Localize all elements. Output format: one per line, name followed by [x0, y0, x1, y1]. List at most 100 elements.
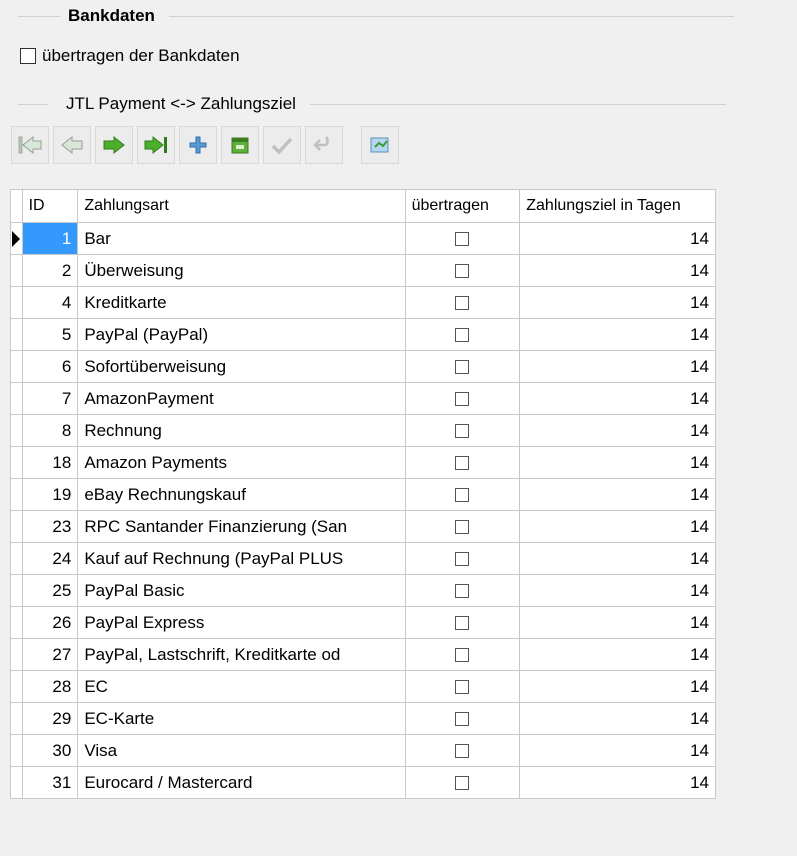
- cell-transfer[interactable]: [404, 254, 521, 287]
- cell-payment-method[interactable]: EC: [77, 670, 406, 703]
- cell-id[interactable]: 7: [21, 382, 79, 415]
- row-indicator[interactable]: [10, 318, 23, 351]
- cell-transfer[interactable]: [404, 478, 521, 511]
- bank-transfer-checkbox[interactable]: [20, 48, 36, 64]
- cell-days[interactable]: 14: [519, 542, 716, 575]
- row-indicator[interactable]: [10, 670, 23, 703]
- row-indicator[interactable]: [10, 414, 23, 447]
- transfer-checkbox[interactable]: [455, 232, 470, 247]
- row-indicator[interactable]: [10, 510, 23, 543]
- cell-id[interactable]: 23: [21, 510, 79, 543]
- column-header-transfer[interactable]: übertragen: [404, 189, 521, 223]
- table-row[interactable]: 5 PayPal (PayPal) 14: [10, 318, 716, 351]
- cell-days[interactable]: 14: [519, 638, 716, 671]
- row-indicator[interactable]: [10, 734, 23, 767]
- table-row[interactable]: 19 eBay Rechnungskauf 14: [10, 478, 716, 511]
- cell-id[interactable]: 4: [21, 286, 79, 319]
- bank-transfer-option[interactable]: übertragen der Bankdaten: [20, 46, 240, 66]
- table-row[interactable]: 4 Kreditkarte 14: [10, 286, 716, 319]
- cell-days[interactable]: 14: [519, 446, 716, 479]
- row-indicator[interactable]: [10, 254, 23, 287]
- cell-days[interactable]: 14: [519, 670, 716, 703]
- cell-transfer[interactable]: [404, 766, 521, 799]
- cell-id[interactable]: 31: [21, 766, 79, 799]
- transfer-checkbox[interactable]: [455, 776, 470, 791]
- transfer-checkbox[interactable]: [455, 520, 470, 535]
- transfer-checkbox[interactable]: [455, 744, 470, 759]
- cell-transfer[interactable]: [404, 702, 521, 735]
- cell-payment-method[interactable]: Bar: [77, 222, 406, 255]
- table-row[interactable]: 18 Amazon Payments 14: [10, 446, 716, 479]
- table-row[interactable]: 6 Sofortüberweisung 14: [10, 350, 716, 383]
- cell-days[interactable]: 14: [519, 702, 716, 735]
- transfer-checkbox[interactable]: [455, 456, 470, 471]
- first-record-button[interactable]: [11, 126, 49, 164]
- transfer-checkbox[interactable]: [455, 360, 470, 375]
- cell-days[interactable]: 14: [519, 510, 716, 543]
- cell-transfer[interactable]: [404, 382, 521, 415]
- refresh-button[interactable]: [361, 126, 399, 164]
- cell-id[interactable]: 26: [21, 606, 79, 639]
- cell-id[interactable]: 24: [21, 542, 79, 575]
- row-indicator[interactable]: [10, 478, 23, 511]
- transfer-checkbox[interactable]: [455, 552, 470, 567]
- last-record-button[interactable]: [137, 126, 175, 164]
- cell-payment-method[interactable]: PayPal Basic: [77, 574, 406, 607]
- cell-payment-method[interactable]: Rechnung: [77, 414, 406, 447]
- cell-days[interactable]: 14: [519, 382, 716, 415]
- cell-id[interactable]: 6: [21, 350, 79, 383]
- table-row[interactable]: 8 Rechnung 14: [10, 414, 716, 447]
- cell-payment-method[interactable]: EC-Karte: [77, 702, 406, 735]
- cell-transfer[interactable]: [404, 222, 521, 255]
- transfer-checkbox[interactable]: [455, 616, 470, 631]
- cell-id[interactable]: 28: [21, 670, 79, 703]
- cell-days[interactable]: 14: [519, 766, 716, 799]
- cell-transfer[interactable]: [404, 734, 521, 767]
- next-record-button[interactable]: [95, 126, 133, 164]
- cell-payment-method[interactable]: PayPal Express: [77, 606, 406, 639]
- cell-id[interactable]: 18: [21, 446, 79, 479]
- row-indicator[interactable]: [10, 702, 23, 735]
- table-row[interactable]: 7 AmazonPayment 14: [10, 382, 716, 415]
- cell-transfer[interactable]: [404, 542, 521, 575]
- previous-record-button[interactable]: [53, 126, 91, 164]
- cell-days[interactable]: 14: [519, 350, 716, 383]
- transfer-checkbox[interactable]: [455, 712, 470, 727]
- table-row[interactable]: 25 PayPal Basic 14: [10, 574, 716, 607]
- cell-id[interactable]: 2: [21, 254, 79, 287]
- table-row[interactable]: 24 Kauf auf Rechnung (PayPal PLUS 14: [10, 542, 716, 575]
- transfer-checkbox[interactable]: [455, 264, 470, 279]
- cell-transfer[interactable]: [404, 318, 521, 351]
- row-indicator[interactable]: [10, 606, 23, 639]
- cell-payment-method[interactable]: Amazon Payments: [77, 446, 406, 479]
- row-indicator[interactable]: [10, 638, 23, 671]
- row-indicator[interactable]: [10, 446, 23, 479]
- cell-days[interactable]: 14: [519, 734, 716, 767]
- table-row[interactable]: 31 Eurocard / Mastercard 14: [10, 766, 716, 799]
- row-indicator[interactable]: [10, 222, 23, 255]
- cell-payment-method[interactable]: Kauf auf Rechnung (PayPal PLUS: [77, 542, 406, 575]
- cell-payment-method[interactable]: Kreditkarte: [77, 286, 406, 319]
- cell-transfer[interactable]: [404, 414, 521, 447]
- cell-id[interactable]: 29: [21, 702, 79, 735]
- row-indicator[interactable]: [10, 350, 23, 383]
- cell-transfer[interactable]: [404, 350, 521, 383]
- transfer-checkbox[interactable]: [455, 328, 470, 343]
- cell-payment-method[interactable]: Sofortüberweisung: [77, 350, 406, 383]
- delete-record-button[interactable]: [221, 126, 259, 164]
- cell-payment-method[interactable]: AmazonPayment: [77, 382, 406, 415]
- transfer-checkbox[interactable]: [455, 488, 470, 503]
- cell-days[interactable]: 14: [519, 254, 716, 287]
- cell-id[interactable]: 27: [21, 638, 79, 671]
- table-row[interactable]: 30 Visa 14: [10, 734, 716, 767]
- cell-id[interactable]: 25: [21, 574, 79, 607]
- cell-transfer[interactable]: [404, 606, 521, 639]
- table-row[interactable]: 23 RPC Santander Finanzierung (San 14: [10, 510, 716, 543]
- cell-days[interactable]: 14: [519, 574, 716, 607]
- table-row[interactable]: 29 EC-Karte 14: [10, 702, 716, 735]
- table-row[interactable]: 28 EC 14: [10, 670, 716, 703]
- column-header-id[interactable]: ID: [21, 189, 79, 223]
- cell-payment-method[interactable]: eBay Rechnungskauf: [77, 478, 406, 511]
- cell-days[interactable]: 14: [519, 414, 716, 447]
- cell-id[interactable]: 1: [21, 222, 79, 255]
